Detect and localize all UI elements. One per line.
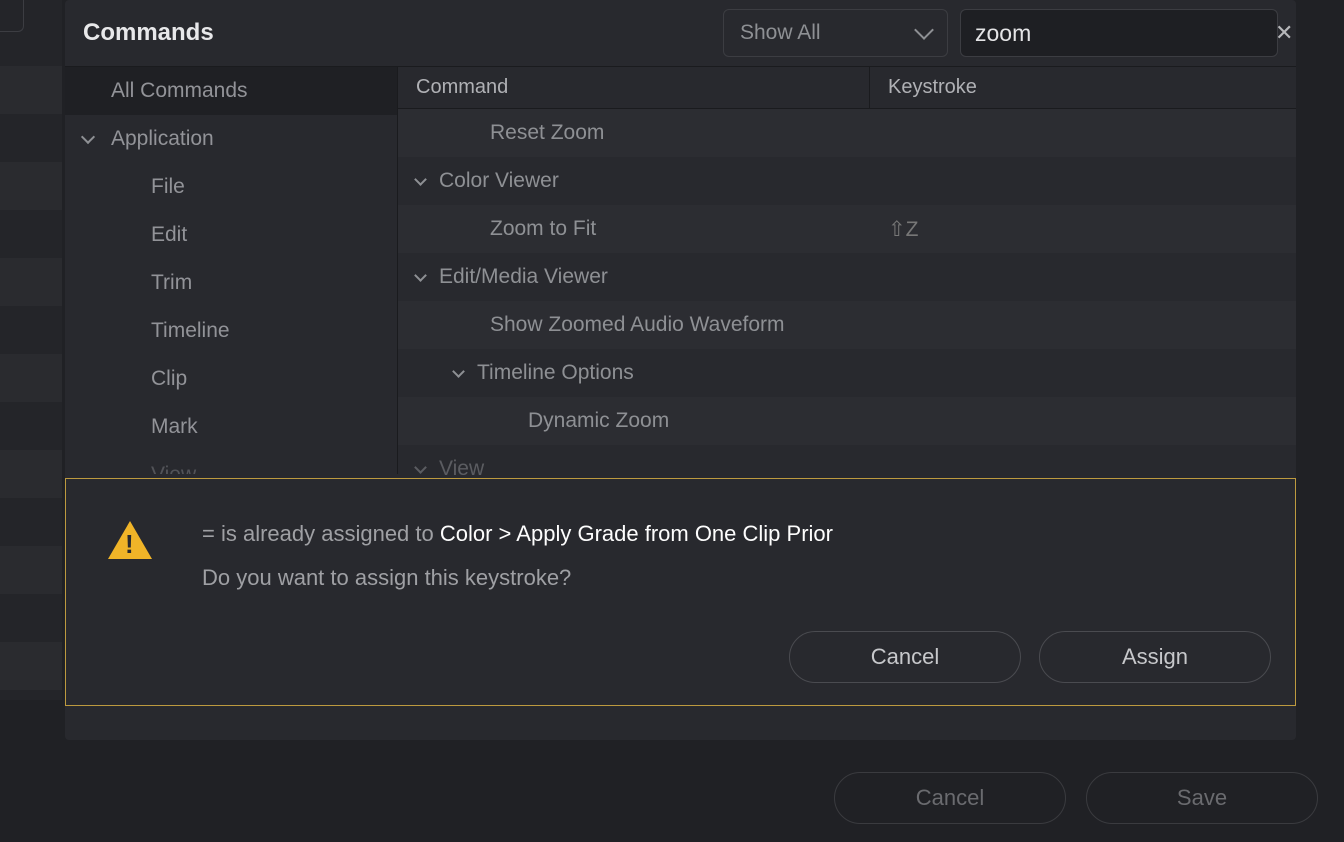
search-input[interactable] <box>975 20 1271 47</box>
table-body: Reset Zoom Color Viewer Zoom to Fit ⇧Z E… <box>398 109 1296 475</box>
column-header-command[interactable]: Command <box>398 67 870 108</box>
sidebar-item-label: Mark <box>151 415 198 439</box>
sidebar-item-trim[interactable]: Trim <box>65 259 397 307</box>
chevron-down-icon <box>452 365 465 378</box>
dialog-cancel-button[interactable]: Cancel <box>834 772 1066 824</box>
alert-cancel-button[interactable]: Cancel <box>789 631 1021 683</box>
sidebar-item-label: Timeline <box>151 319 230 343</box>
sidebar-item-label: Clip <box>151 367 187 391</box>
command-label: Dynamic Zoom <box>528 409 669 433</box>
command-label: Color Viewer <box>439 169 559 193</box>
command-label: View <box>439 457 484 475</box>
dialog-footer: Cancel Save <box>834 772 1318 824</box>
chevron-down-icon <box>414 461 427 474</box>
command-table: Command Keystroke Reset Zoom Color Viewe… <box>398 67 1296 474</box>
clear-search-icon[interactable]: ✕ <box>1271 20 1297 46</box>
alert-conflict-command: Color > Apply Grade from One Clip Prior <box>440 521 833 546</box>
sidebar-item-label: Trim <box>151 271 192 295</box>
sidebar-item-label: View <box>151 463 196 474</box>
sidebar-item-file[interactable]: File <box>65 163 397 211</box>
search-box[interactable]: ✕ <box>960 9 1278 57</box>
command-label: Reset Zoom <box>490 121 604 145</box>
filter-dropdown[interactable]: Show All <box>723 9 948 57</box>
commands-panel: Commands Show All ✕ All Commands Applica… <box>65 0 1296 740</box>
alert-question: Do you want to assign this keystroke? <box>202 565 833 591</box>
sidebar-item-label: All Commands <box>111 79 248 103</box>
sidebar-item-label: Application <box>111 127 214 151</box>
sidebar-item-mark[interactable]: Mark <box>65 403 397 451</box>
warning-icon <box>108 521 152 561</box>
command-label: Zoom to Fit <box>490 217 596 241</box>
command-label: Show Zoomed Audio Waveform <box>490 313 785 337</box>
table-row[interactable]: View <box>398 445 1296 475</box>
keystroke-value: ⇧Z <box>870 217 1296 242</box>
column-header-keystroke[interactable]: Keystroke <box>870 76 1296 99</box>
sidebar-item-clip[interactable]: Clip <box>65 355 397 403</box>
alert-assign-button[interactable]: Assign <box>1039 631 1271 683</box>
sidebar-item-edit[interactable]: Edit <box>65 211 397 259</box>
sidebar-item-timeline[interactable]: Timeline <box>65 307 397 355</box>
table-row[interactable]: Dynamic Zoom <box>398 397 1296 445</box>
category-sidebar: All Commands Application File Edit Trim … <box>65 67 398 474</box>
table-row[interactable]: Edit/Media Viewer <box>398 253 1296 301</box>
chevron-down-icon <box>414 173 427 186</box>
alert-message: = is already assigned to Color > Apply G… <box>202 521 833 547</box>
sidebar-item-view[interactable]: View <box>65 451 397 474</box>
conflict-alert: = is already assigned to Color > Apply G… <box>65 478 1296 706</box>
table-row[interactable]: Reset Zoom <box>398 109 1296 157</box>
sidebar-item-label: File <box>151 175 185 199</box>
sidebar-item-application[interactable]: Application <box>65 115 397 163</box>
alert-prefix: = is already assigned to <box>202 521 440 546</box>
panel-body: All Commands Application File Edit Trim … <box>65 66 1296 474</box>
table-row[interactable]: Color Viewer <box>398 157 1296 205</box>
chevron-down-icon <box>414 269 427 282</box>
dialog-save-button[interactable]: Save <box>1086 772 1318 824</box>
truncated-control <box>0 0 24 32</box>
filter-label: Show All <box>740 21 821 45</box>
chevron-down-icon <box>914 20 934 40</box>
panel-header: Commands Show All ✕ <box>65 0 1296 66</box>
striped-rows <box>0 66 62 690</box>
command-label: Timeline Options <box>477 361 634 385</box>
chevron-down-icon <box>81 130 95 144</box>
left-edge-strip <box>0 0 62 700</box>
table-header: Command Keystroke <box>398 67 1296 109</box>
panel-title: Commands <box>83 19 214 47</box>
sidebar-item-all-commands[interactable]: All Commands <box>65 67 397 115</box>
sidebar-item-label: Edit <box>151 223 187 247</box>
table-row[interactable]: Zoom to Fit ⇧Z <box>398 205 1296 253</box>
table-row[interactable]: Timeline Options <box>398 349 1296 397</box>
command-label: Edit/Media Viewer <box>439 265 608 289</box>
table-row[interactable]: Show Zoomed Audio Waveform <box>398 301 1296 349</box>
